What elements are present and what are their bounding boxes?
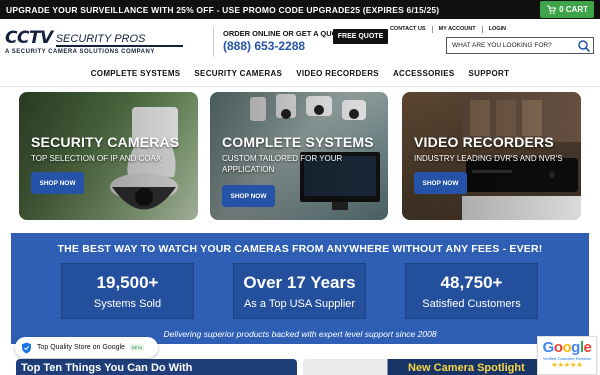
search-bar: [446, 37, 594, 54]
order-text: ORDER ONLINE OR GET A QUOTE: [223, 29, 348, 38]
header-divider: [213, 27, 214, 57]
promo-text: UPGRADE YOUR SURVEILLANCE WITH 25% OFF -…: [6, 5, 440, 15]
stat-value: 19,500+: [96, 273, 159, 292]
shop-now-button[interactable]: SHOP NOW: [414, 172, 467, 194]
phone-link[interactable]: (888) 653-2288: [223, 39, 305, 53]
card-desc: TOP SELECTION OF IP AND COAX: [31, 154, 162, 163]
logo-tagline: A SECURITY CAMERA SOLUTIONS COMPANY: [5, 49, 155, 55]
stat-systems-sold: 19,500+ Systems Sold: [61, 263, 194, 319]
main-nav: COMPLETE SYSTEMS SECURITY CAMERAS VIDEO …: [0, 64, 600, 84]
card-desc: CUSTOM TAILORED FOR YOUR APPLICATION: [222, 154, 343, 174]
nav-support[interactable]: SUPPORT: [461, 64, 516, 84]
stat-value: Over 17 Years: [243, 273, 356, 292]
card-title: VIDEO RECORDERS: [414, 134, 554, 150]
stat-years: Over 17 Years As a Top USA Supplier: [233, 263, 366, 319]
google-logo: Google: [542, 339, 592, 356]
cart-label: 0 CART: [559, 5, 588, 14]
contact-us-link[interactable]: CONTACT US: [384, 26, 433, 33]
blog-title: Top Ten Things You Can Do With: [21, 362, 193, 374]
card-desc: INDUSTRY LEADING DVR'S AND NVR'S: [414, 154, 563, 163]
nav-complete-systems[interactable]: COMPLETE SYSTEMS: [84, 64, 188, 84]
google-store-badge[interactable]: Top Quality Store on Google BETA: [15, 337, 158, 358]
blog-card-top-ten[interactable]: Top Ten Things You Can Do With: [16, 359, 297, 375]
badge-text: Top Quality Store on Google: [37, 344, 125, 351]
free-quote-button[interactable]: FREE QUOTE: [333, 29, 388, 44]
rating-stars: ★★★★★: [551, 362, 583, 369]
card-video-recorders[interactable]: VIDEO RECORDERS INDUSTRY LEADING DVR'S A…: [402, 92, 581, 220]
cart-button[interactable]: 0 CART: [540, 1, 594, 18]
site-logo[interactable]: CCTV SECURITY PROS A SECURITY CAMERA SOL…: [5, 30, 183, 56]
search-icon[interactable]: [577, 39, 591, 53]
card-title: SECURITY CAMERAS: [31, 134, 180, 150]
nav-video-recorders[interactable]: VIDEO RECORDERS: [289, 64, 386, 84]
cart-icon: [547, 5, 557, 14]
stats-band: THE BEST WAY TO WATCH YOUR CAMERAS FROM …: [11, 233, 589, 344]
logo-name: SECURITY PROS: [55, 33, 183, 47]
stat-label: As a Top USA Supplier: [243, 298, 356, 310]
google-reviews-badge[interactable]: Google Verified Customer Reviews ★★★★★: [537, 336, 597, 375]
band-headline: THE BEST WAY TO WATCH YOUR CAMERAS FROM …: [57, 243, 543, 255]
card-complete-systems[interactable]: COMPLETE SYSTEMS CUSTOM TAILORED FOR YOU…: [210, 92, 388, 220]
login-link[interactable]: LOGIN: [483, 26, 512, 33]
nav-security-cameras[interactable]: SECURITY CAMERAS: [187, 64, 289, 84]
logo-brand: CCTV: [5, 28, 53, 48]
search-input[interactable]: [447, 42, 577, 49]
top-links: CONTACT US MY ACCOUNT LOGIN: [384, 26, 512, 33]
promo-banner: UPGRADE YOUR SURVEILLANCE WITH 25% OFF -…: [0, 0, 600, 19]
shop-now-button[interactable]: SHOP NOW: [222, 185, 275, 207]
card-security-cameras[interactable]: SECURITY CAMERAS TOP SELECTION OF IP AND…: [19, 92, 198, 220]
shop-now-button[interactable]: SHOP NOW: [31, 172, 84, 194]
shield-check-icon: [22, 342, 31, 353]
card-title: COMPLETE SYSTEMS: [222, 134, 374, 150]
stat-customers: 48,750+ Satisfied Customers: [405, 263, 538, 319]
my-account-link[interactable]: MY ACCOUNT: [433, 26, 483, 33]
stat-label: Systems Sold: [93, 298, 162, 310]
blog-title: New Camera Spotlight: [408, 362, 525, 374]
beta-tag: BETA: [129, 344, 145, 351]
stat-label: Satisfied Customers: [422, 298, 521, 310]
stat-value: 48,750+: [440, 273, 503, 292]
nav-divider: [0, 86, 600, 87]
nav-accessories[interactable]: ACCESSORIES: [386, 64, 462, 84]
